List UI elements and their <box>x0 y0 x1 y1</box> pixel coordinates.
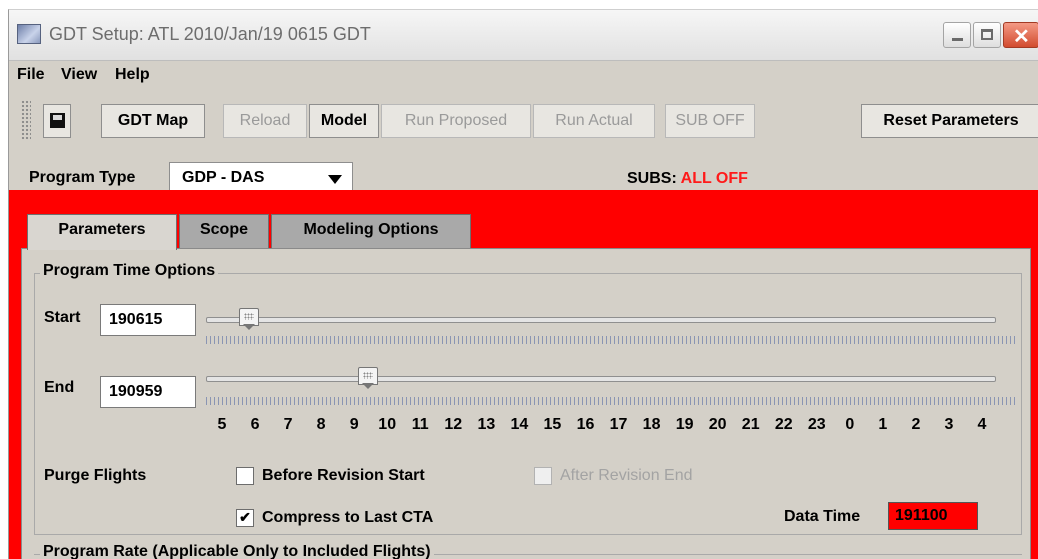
hour-label: 15 <box>543 416 562 433</box>
save-button[interactable] <box>43 104 71 138</box>
after-revision-end-checkbox[interactable] <box>534 467 552 485</box>
dropdown-arrow-icon <box>328 175 342 184</box>
hour-label: 1 <box>878 416 888 433</box>
start-slider-track[interactable] <box>206 317 996 323</box>
hour-label: 19 <box>675 416 694 433</box>
toolbar: GDT Map Reload Model Run Proposed Run Ac… <box>9 92 1038 148</box>
hour-label: 16 <box>576 416 595 433</box>
run-actual-button[interactable]: Run Actual <box>533 104 655 138</box>
data-time-label: Data Time <box>784 508 861 525</box>
program-time-options-title: Program Time Options <box>40 262 219 280</box>
gdt-map-button[interactable]: GDT Map <box>101 104 205 138</box>
tab-scope[interactable]: Scope <box>179 214 269 248</box>
purge-flights-label: Purge Flights <box>44 467 147 484</box>
tab-modeling-options[interactable]: Modeling Options <box>271 214 471 248</box>
subs-value: ALL OFF <box>680 170 748 187</box>
hour-label: 6 <box>250 416 260 433</box>
compress-to-last-cta-label: Compress to Last CTA <box>262 509 434 526</box>
maximize-icon <box>981 29 993 40</box>
model-button[interactable]: Model <box>309 104 379 138</box>
program-type-label: Program Type <box>29 169 136 186</box>
hour-label: 23 <box>807 416 826 433</box>
start-label: Start <box>44 309 81 326</box>
end-time-input[interactable]: 190959 <box>100 376 196 408</box>
minimize-button[interactable] <box>943 22 971 48</box>
menu-view[interactable]: View <box>61 66 97 84</box>
data-time-value: 191100 <box>888 502 978 530</box>
minimize-icon <box>952 38 963 41</box>
hour-label: 5 <box>217 416 227 433</box>
hour-label: 3 <box>944 416 954 433</box>
menu-help[interactable]: Help <box>115 66 150 84</box>
subs-label: SUBS: <box>627 170 677 187</box>
end-label: End <box>44 379 75 396</box>
gdt-setup-window: GDT Setup: ATL 2010/Jan/19 0615 GDT ✕ Fi… <box>8 9 1038 559</box>
tab-parameters[interactable]: Parameters <box>27 214 177 250</box>
after-revision-end-label: After Revision End <box>560 467 693 484</box>
hour-label: 12 <box>444 416 463 433</box>
subs-status: SUBS: ALL OFF <box>627 170 748 188</box>
program-rate-title: Program Rate (Applicable Only to Include… <box>40 543 434 559</box>
parameters-panel: Program Time Options Start 190615 End 19… <box>21 248 1031 559</box>
hour-label: 18 <box>642 416 661 433</box>
hour-label: 13 <box>477 416 496 433</box>
program-type-value: GDP - DAS <box>182 169 265 186</box>
hour-label: 4 <box>977 416 987 433</box>
end-slider-ticks <box>206 397 1016 405</box>
app-icon <box>17 24 41 44</box>
hour-label: 20 <box>708 416 727 433</box>
hour-label: 17 <box>609 416 628 433</box>
window-title: GDT Setup: ATL 2010/Jan/19 0615 GDT <box>49 24 371 44</box>
start-time-input[interactable]: 190615 <box>100 304 196 336</box>
menu-file[interactable]: File <box>17 66 45 84</box>
hour-label: 22 <box>774 416 793 433</box>
reset-parameters-button[interactable]: Reset Parameters <box>861 104 1038 138</box>
toolbar-grip[interactable] <box>21 100 31 140</box>
start-slider-ticks <box>206 336 1016 344</box>
close-button[interactable]: ✕ <box>1003 22 1038 48</box>
menu-bar: File View Help <box>9 61 1038 91</box>
hour-label: 7 <box>283 416 293 433</box>
hour-label: 8 <box>316 416 326 433</box>
end-slider-thumb[interactable] <box>357 367 378 389</box>
hour-label: 9 <box>349 416 359 433</box>
hour-label: 2 <box>911 416 921 433</box>
start-slider-thumb[interactable] <box>239 308 260 330</box>
hour-scale: 5 6 7 8 9 10 11 12 13 14 15 16 17 18 19 20 21 22 23 0 1 2 3 4 <box>22 416 1032 438</box>
title-bar[interactable]: GDT Setup: ATL 2010/Jan/19 0615 GDT ✕ <box>9 10 1038 61</box>
before-revision-start-checkbox[interactable] <box>236 467 254 485</box>
hour-label: 0 <box>845 416 855 433</box>
close-icon: ✕ <box>1013 26 1030 48</box>
hour-label: 10 <box>378 416 397 433</box>
hour-label: 14 <box>510 416 529 433</box>
end-slider-track[interactable] <box>206 376 996 382</box>
before-revision-start-label: Before Revision Start <box>262 467 425 484</box>
maximize-button[interactable] <box>973 22 1001 48</box>
sub-off-button[interactable]: SUB OFF <box>665 104 755 138</box>
floppy-disk-icon <box>50 113 65 128</box>
run-proposed-button[interactable]: Run Proposed <box>381 104 531 138</box>
reload-button[interactable]: Reload <box>223 104 307 138</box>
hour-label: 11 <box>411 416 429 433</box>
program-status-panel: Parameters Scope Modeling Options Progra… <box>9 190 1038 559</box>
compress-to-last-cta-checkbox[interactable]: ✔ <box>236 509 254 527</box>
hour-label: 21 <box>741 416 760 433</box>
